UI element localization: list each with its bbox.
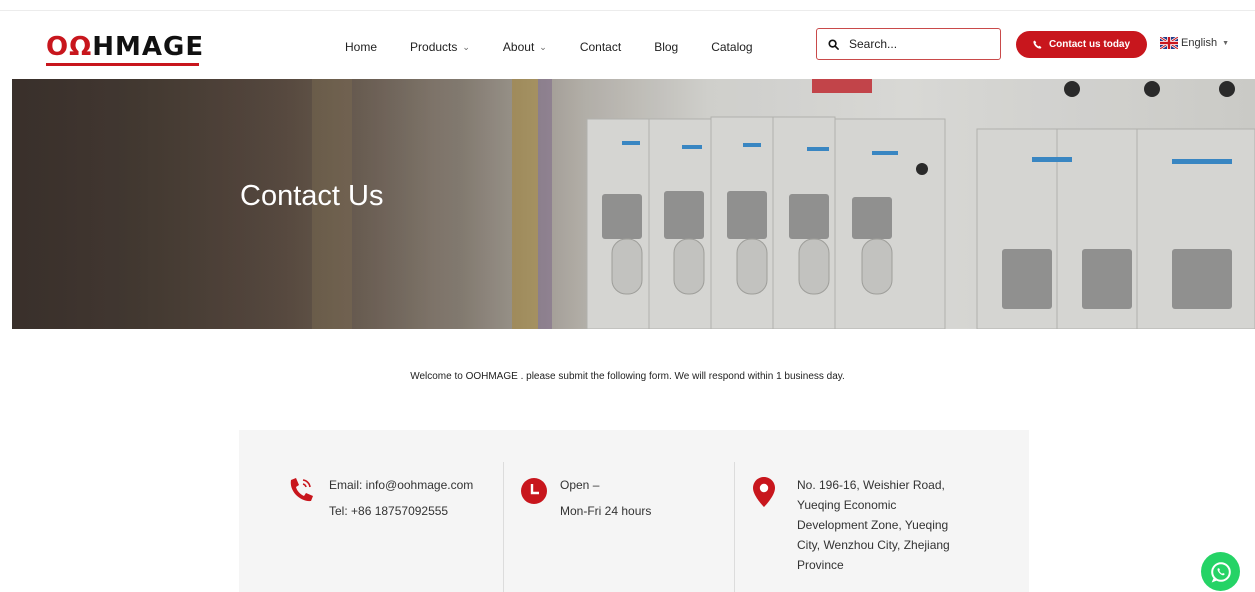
tel-line[interactable]: Tel: +86 18757092555	[329, 501, 473, 521]
site-logo[interactable]: OΩHMAGE	[46, 34, 204, 60]
location-pin-icon	[753, 477, 775, 507]
phone-ringing-icon	[290, 478, 313, 502]
welcome-message: Welcome to OOHMAGE . please submit the f…	[410, 371, 845, 382]
whatsapp-chat-button[interactable]	[1201, 552, 1240, 591]
opening-hours: Open – Mon-Fri 24 hours	[560, 478, 652, 518]
page-title: Contact Us	[240, 180, 384, 212]
nav-item-about[interactable]: About ⌄	[503, 40, 547, 54]
logo-underline	[46, 63, 199, 66]
nav-item-blog[interactable]: Blog	[654, 40, 678, 54]
search-input[interactable]	[849, 37, 989, 51]
search-box[interactable]	[816, 28, 1001, 60]
language-selector[interactable]: English ▼	[1160, 37, 1229, 49]
circuit-breaker-photo	[12, 79, 1255, 329]
caret-down-icon: ▼	[1222, 39, 1230, 47]
nav-item-catalog[interactable]: Catalog	[711, 40, 752, 54]
whatsapp-icon	[1210, 561, 1231, 582]
contact-info-panel: Email: info@oohmage.com Tel: +86 1875709…	[239, 430, 1029, 592]
column-divider	[734, 462, 735, 592]
main-nav: Home Products ⌄ About ⌄ Contact Blog Cat…	[345, 40, 753, 54]
email-line[interactable]: Email: info@oohmage.com	[329, 475, 473, 495]
clock-icon	[521, 478, 547, 504]
contact-email-phone: Email: info@oohmage.com Tel: +86 1875709…	[329, 475, 473, 521]
hero-banner: Contact Us	[12, 79, 1255, 329]
phone-icon	[1033, 40, 1042, 49]
column-divider	[503, 462, 504, 592]
uk-flag-icon	[1160, 37, 1178, 49]
nav-item-products[interactable]: Products ⌄	[410, 40, 470, 54]
chevron-down-icon: ⌄	[462, 41, 470, 52]
search-icon	[828, 38, 839, 50]
nav-item-home[interactable]: Home	[345, 40, 377, 54]
contact-us-today-button[interactable]: Contact us today	[1016, 31, 1147, 58]
chevron-down-icon: ⌄	[539, 41, 547, 52]
nav-item-contact[interactable]: Contact	[580, 40, 621, 54]
site-header: OΩHMAGE Home Products ⌄ About ⌄ Contact …	[0, 11, 1255, 79]
address: No. 196-16, Weishier Road, Yueqing Econo…	[797, 478, 950, 572]
